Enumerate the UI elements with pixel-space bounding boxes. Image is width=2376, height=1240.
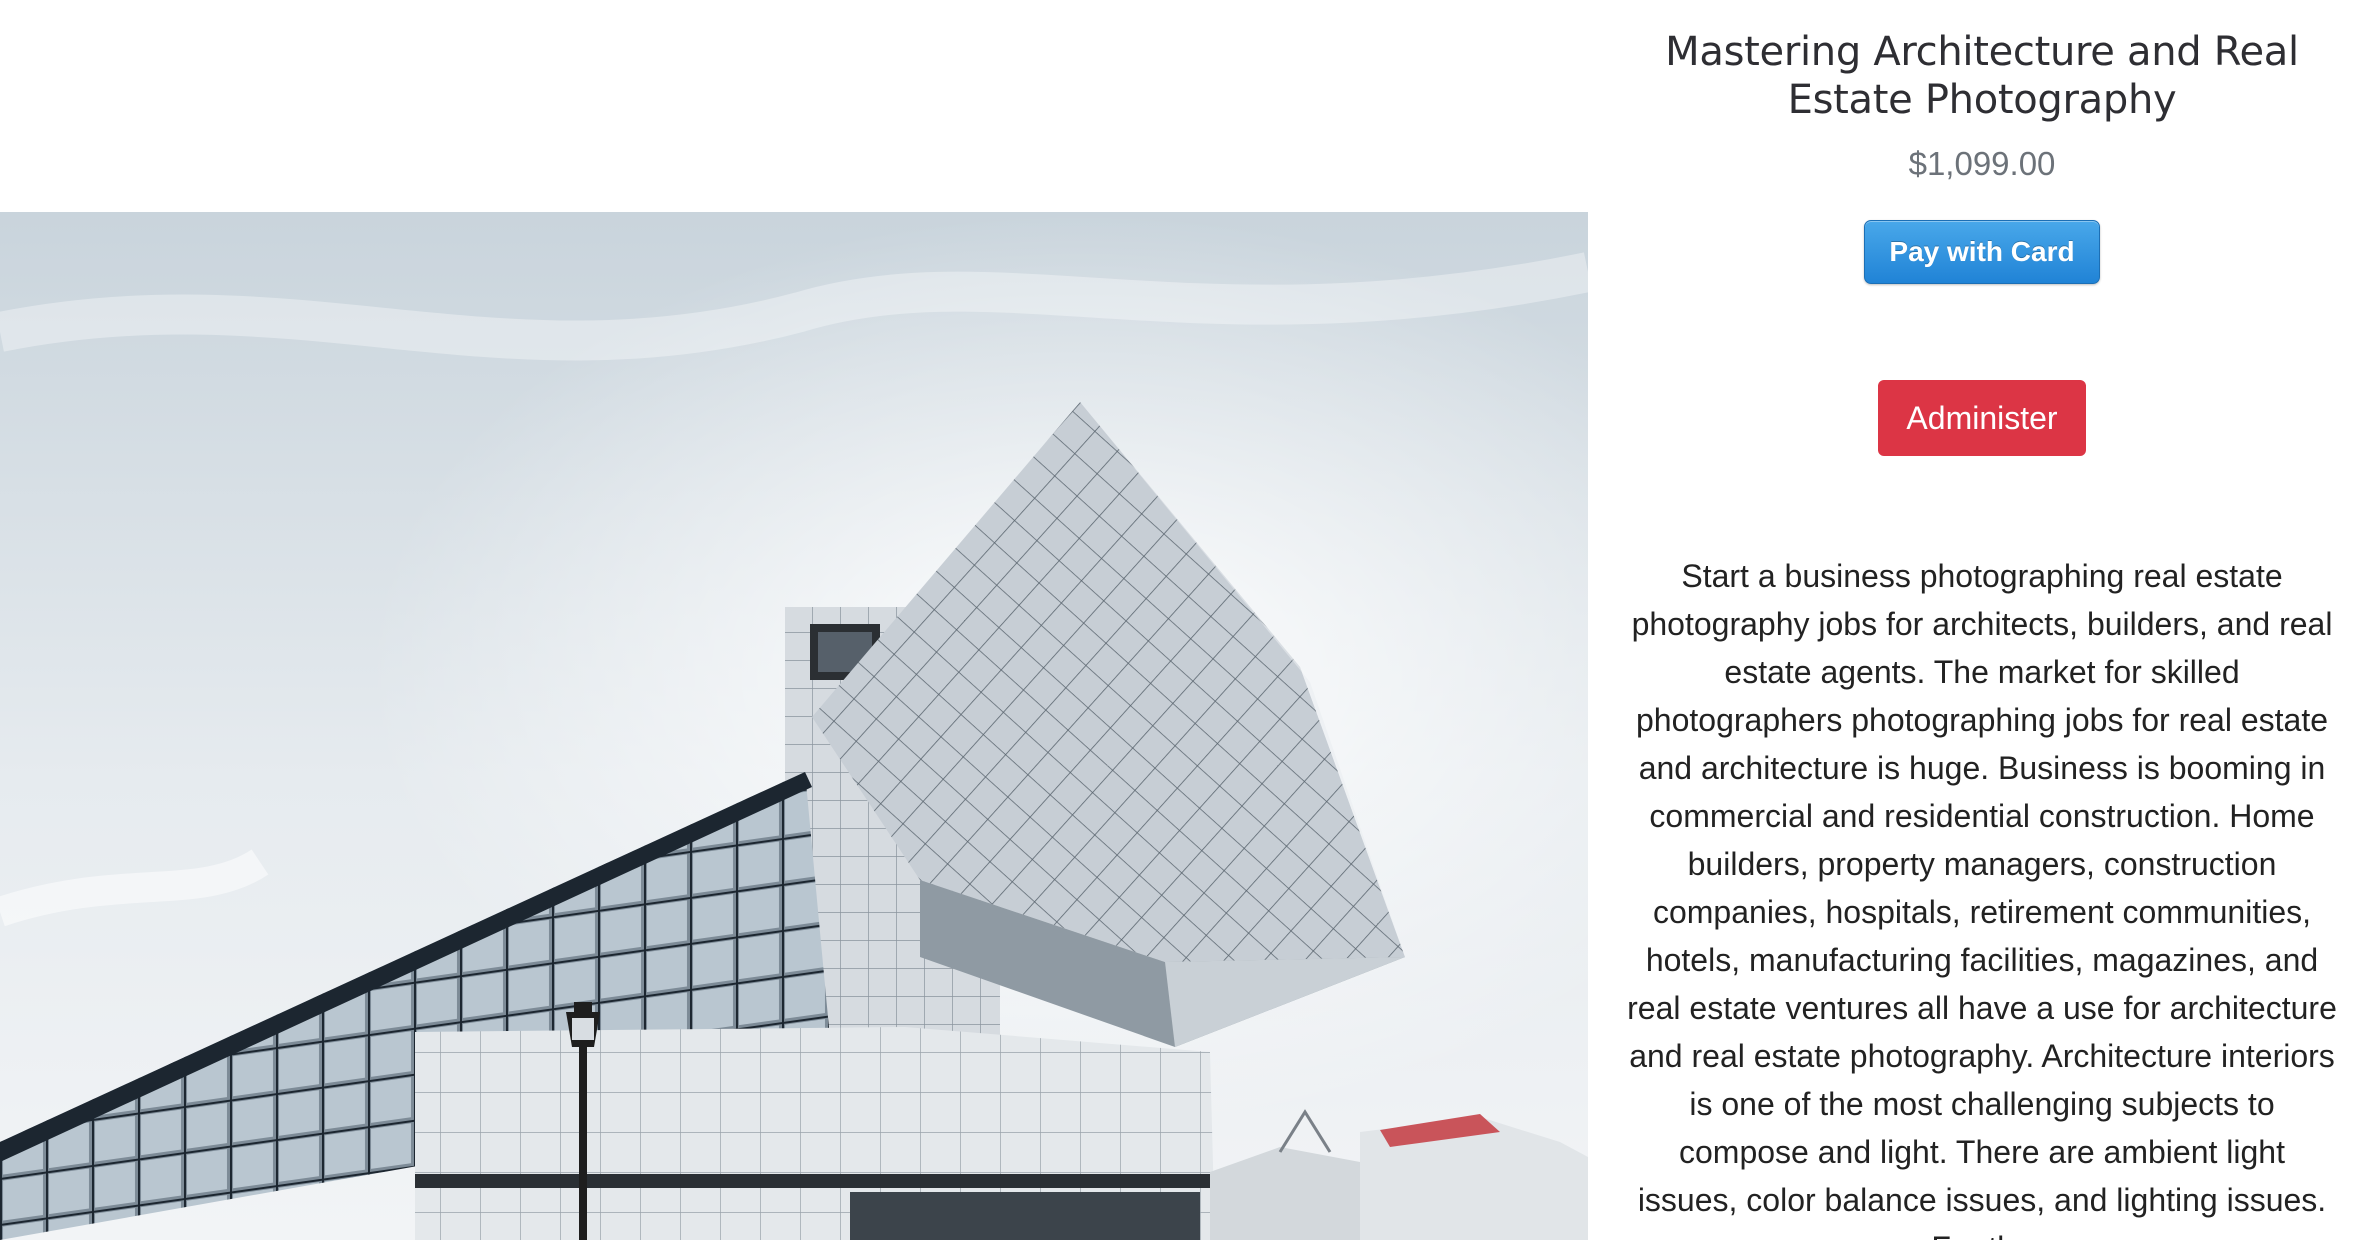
building-photo-icon	[0, 212, 1588, 1240]
product-hero-image	[0, 212, 1588, 1240]
pay-with-card-button[interactable]: Pay with Card	[1864, 220, 2100, 284]
administer-button[interactable]: Administer	[1878, 380, 2086, 456]
product-description: Start a business photographing real esta…	[1627, 558, 2337, 1240]
product-price: $1,099.00	[1908, 145, 2056, 182]
product-info-panel: Mastering Architecture and Real Estate P…	[1600, 0, 2364, 1240]
product-title: Mastering Architecture and Real Estate P…	[1665, 29, 2299, 123]
